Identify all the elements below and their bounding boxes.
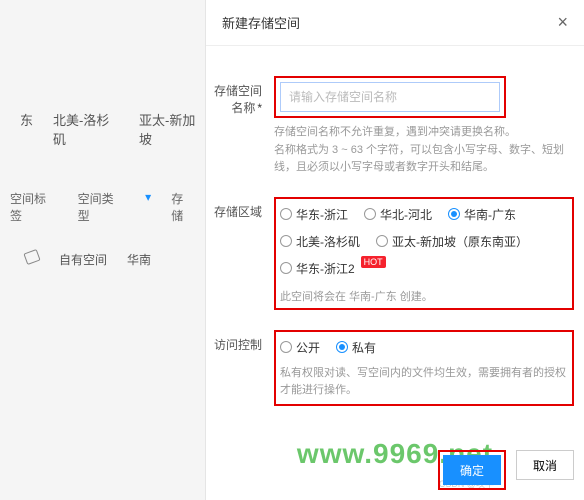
region-option[interactable]: 华东-浙江 xyxy=(280,206,348,223)
region-note: 此空间将会在 华南-广东 创建。 xyxy=(280,288,568,304)
col-header: 存储 xyxy=(171,190,195,224)
row-region: 华南 xyxy=(127,251,151,268)
hot-badge: HOT xyxy=(361,256,386,268)
region-option[interactable]: 华东-浙江2HOT xyxy=(280,260,386,277)
row-type: 自有空间 xyxy=(59,251,107,268)
bucket-name-label: 存储空间名称* xyxy=(206,76,274,116)
region-option[interactable]: 华南-广东 xyxy=(448,206,516,223)
close-icon[interactable]: × xyxy=(557,12,568,33)
access-option-private[interactable]: 私有 xyxy=(336,339,376,356)
name-hint: 存储空间名称不允许重复，遇到冲突请更换名称。 名称格式为 3 ~ 63 个字符，… xyxy=(274,124,574,177)
access-option-public[interactable]: 公开 xyxy=(280,339,320,356)
modal-title: 新建存储空间 xyxy=(222,13,300,32)
region-option[interactable]: 华北-河北 xyxy=(364,206,432,223)
access-radio-group: 公开 私有 xyxy=(280,336,568,359)
region-option[interactable]: 亚太-新加坡（原东南亚） xyxy=(376,233,528,250)
bucket-name-input[interactable] xyxy=(280,82,500,112)
region-label: 存储区域 xyxy=(206,197,274,220)
create-bucket-modal: 新建存储空间 × 存储空间名称* 存储空间名称不允许重复，遇到冲突请更换名称。 … xyxy=(205,0,584,500)
tag-icon xyxy=(23,249,40,265)
bg-tab: 北美-洛杉矶 xyxy=(53,110,119,148)
cancel-button[interactable]: 取消 xyxy=(516,450,574,480)
region-option[interactable]: 北美-洛杉矶 xyxy=(280,233,360,250)
col-header: 空间标签 xyxy=(10,190,58,224)
bg-tab: 亚太-新加坡 xyxy=(139,110,205,148)
region-radio-group: 华东-浙江 华北-河北 华南-广东 北美-洛杉矶 亚太-新加坡（原东南亚） 华东… xyxy=(280,203,568,280)
background-panel: 东 北美-洛杉矶 亚太-新加坡 空间标签 空间类型 ▾ 存储 自有空间 华南 xyxy=(0,0,205,500)
bg-tab: 东 xyxy=(20,110,33,148)
col-header: 空间类型 xyxy=(78,190,126,224)
access-label: 访问控制 xyxy=(206,330,274,353)
confirm-button[interactable]: 确定 xyxy=(443,455,501,485)
access-hint: 私有权限对读、写空间内的文件均生效，需要拥有者的授权才能进行操作。 xyxy=(280,365,568,400)
